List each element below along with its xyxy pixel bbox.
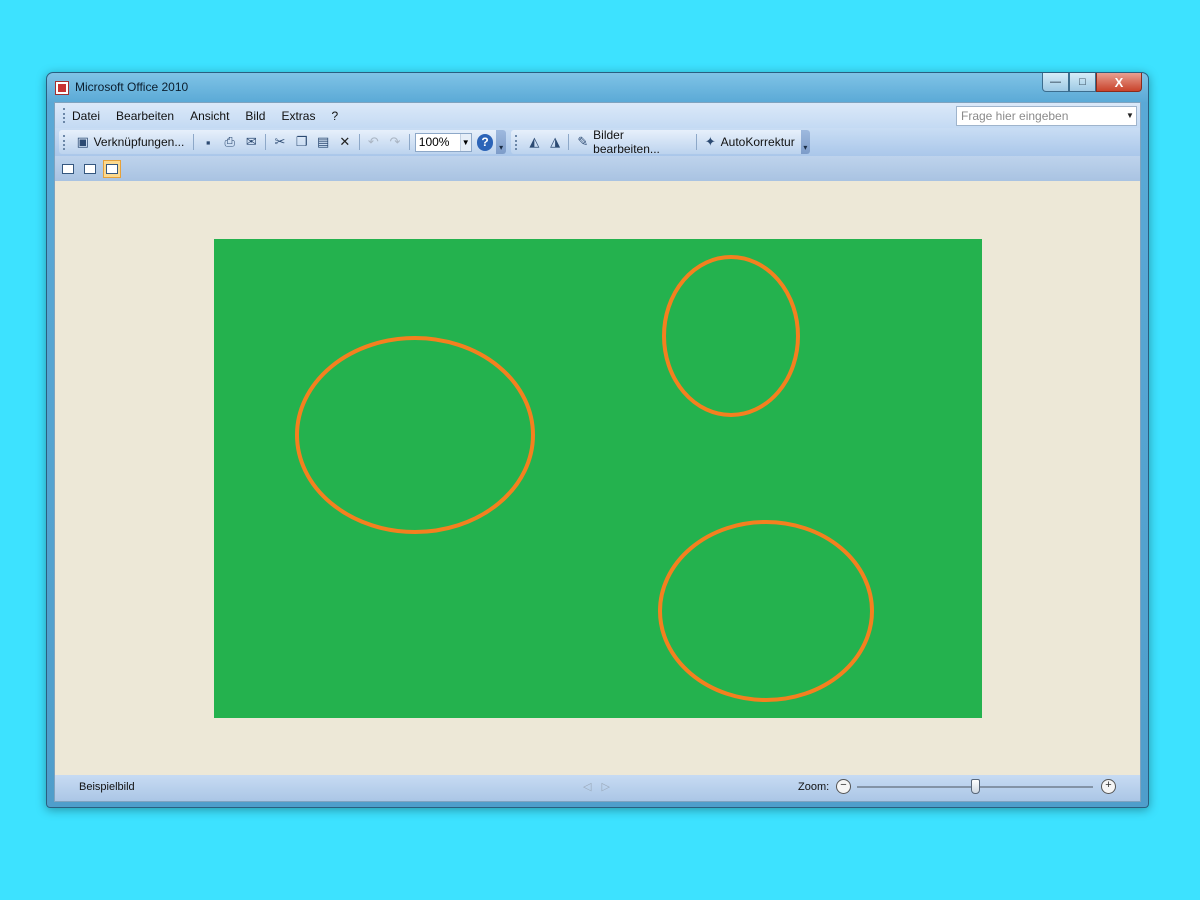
chevron-down-icon[interactable]: ▼ <box>459 133 471 151</box>
office-picture-manager-icon[interactable] <box>55 81 69 95</box>
copy-icon[interactable]: ❐ <box>293 133 311 151</box>
menu-bar: Datei Bearbeiten Ansicht Bild Extras ? F… <box>55 103 1140 128</box>
single-picture-view-icon <box>106 163 118 174</box>
toolbar-separator <box>265 134 267 150</box>
zoom-in-icon[interactable]: + <box>1101 779 1116 794</box>
picture-background <box>214 239 982 718</box>
thumbnail-view-button[interactable] <box>59 160 77 178</box>
menu-bild[interactable]: Bild <box>245 109 265 123</box>
menu-extras[interactable]: Extras <box>281 109 315 123</box>
thumbnail-view-icon <box>62 163 74 174</box>
window-title: Microsoft Office 2010 <box>75 80 189 94</box>
title-bar[interactable]: Microsoft Office 2010 — □ X <box>47 73 1148 101</box>
previous-picture-icon[interactable]: ◁ <box>583 780 591 793</box>
zoom-value: 100% <box>418 134 450 149</box>
zoom-combo[interactable]: 100% ▼ <box>414 132 472 152</box>
toolbar-grip[interactable] <box>515 134 518 150</box>
rotate-right-icon[interactable]: ◮ <box>547 133 564 151</box>
toolbar-options-button[interactable]: ▾ <box>496 130 507 154</box>
autocorrect-button[interactable]: AutoKorrektur <box>721 135 795 149</box>
autocorrect-icon[interactable]: ✦ <box>702 133 719 151</box>
rotate-left-icon[interactable]: ◭ <box>526 133 543 151</box>
email-icon[interactable]: ✉ <box>243 133 261 151</box>
ask-question-input[interactable]: Frage hier eingeben ▼ <box>956 106 1137 126</box>
edit-pictures-button[interactable]: Bilder bearbeiten... <box>593 128 687 156</box>
zoom-out-icon[interactable]: − <box>836 779 851 794</box>
client-area: Datei Bearbeiten Ansicht Bild Extras ? F… <box>54 102 1141 802</box>
zoom-label: Zoom: <box>798 781 830 793</box>
picture-canvas <box>55 181 1140 775</box>
ask-question-placeholder: Frage hier eingeben <box>961 109 1069 123</box>
standard-toolbar: ▣ Verknüpfungen... ▪ ⎙ ✉ ✂ ❐ ▤ ✕ ↶ ↷ 100… <box>59 130 507 154</box>
picture-toolbar: ◭ ◮ ✎ Bilder bearbeiten... ✦ AutoKorrekt… <box>511 128 811 156</box>
menu-ansicht[interactable]: Ansicht <box>190 109 229 123</box>
toolbar-options-button[interactable]: ▾ <box>800 130 811 154</box>
filmstrip-view-button[interactable] <box>81 160 99 178</box>
help-icon[interactable]: ? <box>476 133 494 151</box>
toolbar-separator <box>408 134 410 150</box>
toolbar-separator <box>358 134 360 150</box>
toolbar-grip[interactable] <box>63 134 66 150</box>
toolbar-separator <box>695 134 697 150</box>
save-icon[interactable]: ▪ <box>199 133 217 151</box>
next-picture-icon[interactable]: ▷ <box>601 780 609 793</box>
filmstrip-view-icon <box>84 163 96 174</box>
cut-icon[interactable]: ✂ <box>271 133 289 151</box>
menu-bearbeiten[interactable]: Bearbeiten <box>116 109 174 123</box>
toolbar-separator <box>568 134 570 150</box>
shortcuts-icon[interactable]: ▣ <box>74 133 92 151</box>
status-filename: Beispielbild <box>79 781 135 793</box>
close-button[interactable]: X <box>1096 73 1142 92</box>
application-window: Microsoft Office 2010 — □ X Datei Bearbe… <box>46 72 1149 808</box>
single-picture-view-button[interactable] <box>103 159 121 178</box>
print-icon[interactable]: ⎙ <box>221 133 239 151</box>
redo-icon[interactable]: ↷ <box>386 133 404 151</box>
menu-help[interactable]: ? <box>331 109 338 123</box>
undo-icon[interactable]: ↶ <box>365 133 383 151</box>
delete-icon[interactable]: ✕ <box>336 133 354 151</box>
toolbar-row: ▣ Verknüpfungen... ▪ ⎙ ✉ ✂ ❐ ▤ ✕ ↶ ↷ 100… <box>55 128 1140 156</box>
edit-pictures-icon[interactable]: ✎ <box>574 133 591 151</box>
menu-grip[interactable] <box>63 108 66 123</box>
view-switcher <box>55 156 1140 181</box>
picture-navigation: ◁ ▷ <box>583 780 610 793</box>
menu-datei[interactable]: Datei <box>72 109 100 123</box>
status-bar: Beispielbild ◁ ▷ Zoom: − + <box>55 775 1140 801</box>
minimize-button[interactable]: — <box>1042 73 1069 92</box>
zoom-slider-thumb[interactable] <box>970 779 980 794</box>
toolbar-separator <box>193 134 195 150</box>
maximize-button[interactable]: □ <box>1069 73 1096 92</box>
chevron-down-icon[interactable]: ▼ <box>1124 107 1136 125</box>
paste-icon[interactable]: ▤ <box>314 133 332 151</box>
links-button[interactable]: Verknüpfungen... <box>94 135 185 149</box>
displayed-picture <box>214 239 982 718</box>
